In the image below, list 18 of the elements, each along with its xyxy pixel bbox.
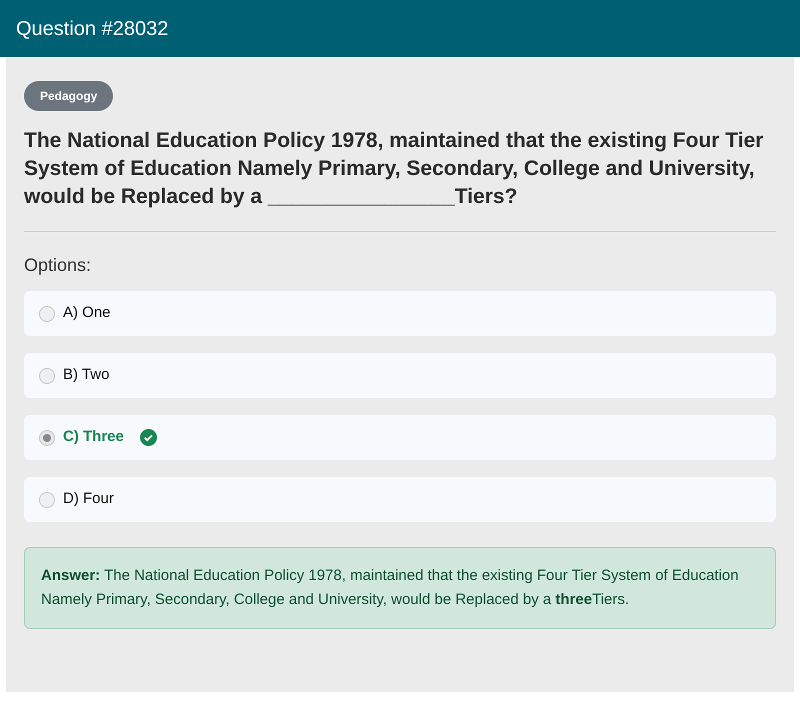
page-title: Question #28032 [16, 16, 168, 42]
radio-button[interactable] [39, 492, 55, 508]
option-label: D) Four [63, 489, 114, 510]
option-label: C) Three [63, 427, 124, 448]
options-label: Options: [24, 254, 92, 277]
option-row[interactable]: D) Four [24, 477, 776, 522]
option-row[interactable]: B) Two [24, 353, 776, 398]
option-label: A) One [63, 303, 111, 324]
radio-button[interactable] [39, 430, 55, 446]
option-label: B) Two [63, 365, 110, 386]
category-badge: Pedagogy [24, 81, 114, 111]
radio-button[interactable] [39, 368, 55, 384]
answer-box: Answer: The National Education Policy 1978, maintained that the existing Four Tier System of Education Namely Primary, Secondary, College and University, would be Replaced by a threeTiers. [24, 547, 776, 629]
radio-button[interactable] [39, 306, 55, 322]
question-text: The National Education Policy 1978, maintained that the existing Four Tier System of Education Namely Primary, Secondary, College and University, would be Replaced by a ________________Tiers? [24, 128, 764, 210]
option-row[interactable]: C) Three [24, 415, 776, 460]
check-circle-icon [140, 429, 157, 446]
option-row[interactable]: A) One [24, 291, 776, 336]
